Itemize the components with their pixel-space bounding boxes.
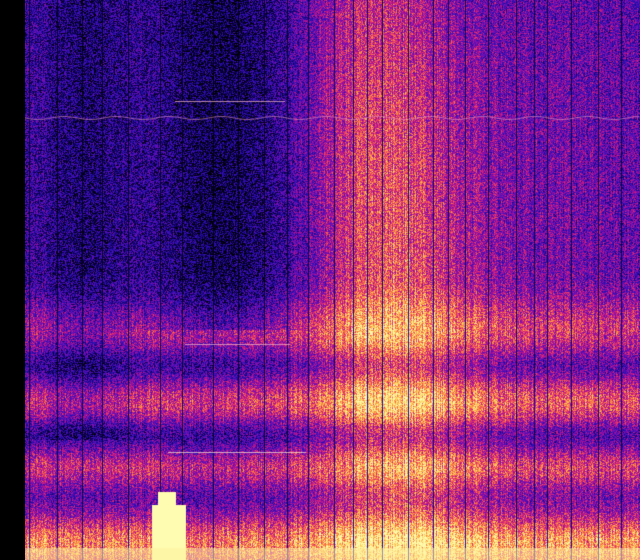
spectrogram-canvas bbox=[25, 0, 640, 560]
left-margin bbox=[0, 0, 25, 560]
spectrogram-image bbox=[25, 0, 640, 560]
spectrogram-viewport bbox=[0, 0, 640, 560]
